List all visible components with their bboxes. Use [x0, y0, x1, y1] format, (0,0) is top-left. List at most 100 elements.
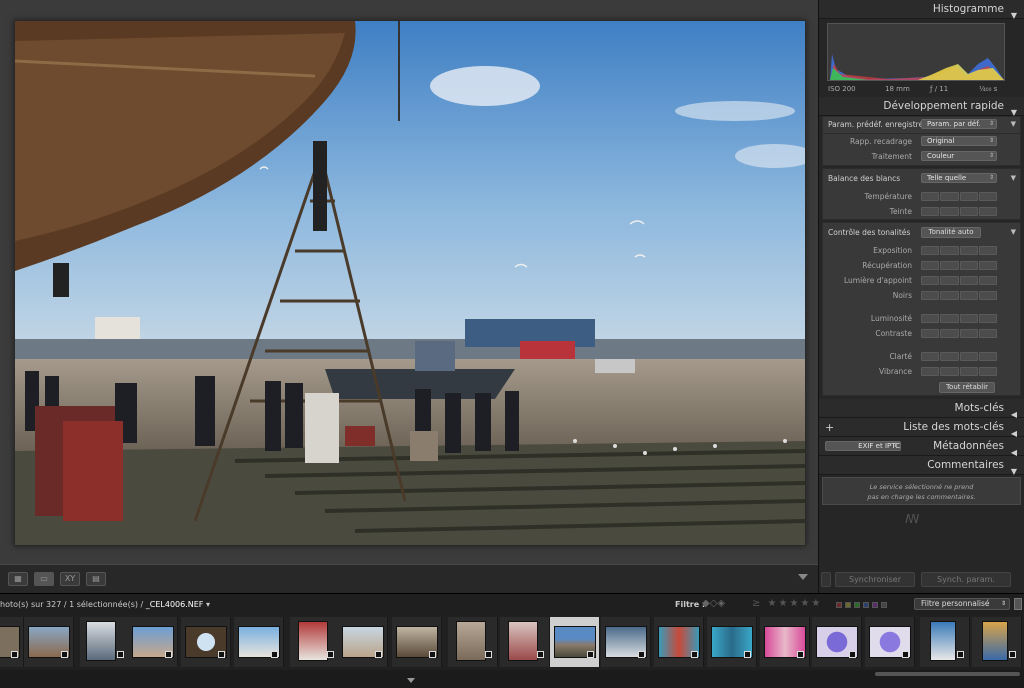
- filmstrip-thumbnail[interactable]: [128, 617, 178, 667]
- filter-lock-icon[interactable]: [1014, 598, 1022, 610]
- selected-filename[interactable]: _CEL4006.NEF: [146, 600, 204, 609]
- filmstrip: [0, 615, 1024, 670]
- sync-switch-icon[interactable]: [821, 572, 831, 587]
- treatment-label: Traitement: [871, 152, 912, 161]
- filmstrip-thumbnail[interactable]: [290, 617, 340, 667]
- keyword-list-title: Liste des mots-clés: [903, 421, 1004, 433]
- loupe-view-icon[interactable]: ▭: [34, 572, 54, 586]
- saved-preset-section: Param. prédéf. enregistré Param. par déf…: [822, 116, 1021, 134]
- filmstrip-thumbnail[interactable]: [760, 617, 810, 667]
- tint-steppers[interactable]: [921, 207, 997, 216]
- star-filter[interactable]: ≥ ★★★★★: [752, 598, 822, 609]
- clarity-steppers[interactable]: [921, 352, 997, 361]
- histogram-header[interactable]: Histogramme ▼: [819, 0, 1024, 20]
- fill-light-steppers[interactable]: [921, 276, 997, 285]
- quick-develop-title: Développement rapide: [883, 100, 1004, 112]
- section-triangle-icon[interactable]: ▼: [1011, 228, 1016, 236]
- vibrance-label: Vibrance: [879, 367, 912, 376]
- tone-control-section: Contrôle des tonalités Tonalité auto ▼ E…: [822, 222, 1021, 396]
- comments-title: Commentaires: [927, 459, 1004, 471]
- histogram-title: Histogramme: [932, 3, 1004, 15]
- panel-end-ornament-icon: ꟿ: [905, 512, 920, 526]
- metadata-preset-select[interactable]: EXIF et IPTC ⇕: [825, 441, 901, 451]
- keywords-header[interactable]: Mots-clés ◀: [819, 399, 1024, 419]
- brightness-label: Luminosité: [870, 314, 912, 323]
- filmstrip-thumbnail[interactable]: [707, 617, 757, 667]
- filmstrip-thumbnail[interactable]: [338, 617, 388, 667]
- toolbar-menu-chevron-icon[interactable]: [798, 574, 808, 580]
- main-photo[interactable]: [14, 20, 806, 546]
- temperature-steppers[interactable]: [921, 192, 997, 201]
- tint-label: Teinte: [889, 207, 912, 216]
- filmstrip-thumbnail[interactable]: [865, 617, 915, 667]
- grid-view-icon[interactable]: ▦: [8, 572, 28, 586]
- saved-preset-value: Param. par déf.: [927, 120, 981, 128]
- crop-treatment-section: Rapp. recadrage Original ⇕ Traitement Cou…: [822, 134, 1021, 166]
- filter-label: Filtre :: [675, 600, 706, 609]
- survey-view-icon[interactable]: ▤: [86, 572, 106, 586]
- filmstrip-scrollbar[interactable]: [875, 672, 1020, 676]
- filmstrip-thumbnail[interactable]: [812, 617, 862, 667]
- filmstrip-thumbnail-selected[interactable]: [550, 617, 600, 667]
- photo-count-info: hoto(s) sur 327 / 1 sélectionnée(s) / _C…: [0, 600, 210, 609]
- filmstrip-thumbnail[interactable]: [24, 617, 74, 667]
- temperature-label: Température: [864, 192, 912, 201]
- loupe-view: ▦ ▭ XY ▤: [0, 0, 818, 593]
- filmstrip-thumbnail[interactable]: [80, 617, 130, 667]
- exposure-steppers[interactable]: [921, 246, 997, 255]
- white-balance-select[interactable]: Telle quelle ⇕: [921, 173, 997, 183]
- exposure-label: Exposition: [873, 246, 912, 255]
- filmstrip-thumbnail[interactable]: [500, 617, 550, 667]
- collapse-triangle-icon[interactable]: ▼: [1011, 462, 1017, 481]
- right-panel: Histogramme ▼ ISO 200 18 mm ƒ / 11 ¹⁄₄₀₀…: [818, 0, 1024, 593]
- filmstrip-thumbnail[interactable]: [654, 617, 704, 667]
- comments-message-line-1: Le service sélectionné ne prend: [869, 483, 974, 491]
- section-triangle-icon[interactable]: ▼: [1011, 120, 1016, 128]
- recovery-steppers[interactable]: [921, 261, 997, 270]
- white-balance-label: Balance des blancs: [828, 174, 901, 183]
- filmstrip-thumbnail[interactable]: [601, 617, 651, 667]
- quick-develop-header[interactable]: Développement rapide ▼: [819, 97, 1024, 117]
- contrast-steppers[interactable]: [921, 329, 997, 338]
- color-label-filter[interactable]: [836, 602, 887, 608]
- view-toolbar: ▦ ▭ XY ▤: [0, 564, 818, 593]
- treatment-select[interactable]: Couleur ⇕: [921, 151, 997, 161]
- keyword-list-header[interactable]: + Liste des mots-clés ◀: [819, 418, 1024, 438]
- comments-message-line-2: pas en charge les commentaires.: [867, 493, 976, 501]
- filter-preset-select[interactable]: Filtre personnalisé ⇕: [914, 598, 1010, 610]
- crop-ratio-select[interactable]: Original ⇕: [921, 136, 997, 146]
- flag-filter-icon[interactable]: ◆◇◈: [702, 598, 725, 609]
- saved-preset-select[interactable]: Param. par déf. ⇕: [921, 119, 997, 129]
- comments-header[interactable]: Commentaires ▼: [819, 456, 1024, 476]
- metadata-title: Métadonnées: [933, 440, 1004, 452]
- filmstrip-thumbnail[interactable]: [181, 617, 231, 667]
- add-keyword-icon[interactable]: +: [825, 418, 834, 437]
- auto-tone-button[interactable]: Tonalité auto: [921, 227, 981, 238]
- crop-ratio-value: Original: [927, 137, 955, 145]
- metadata-header[interactable]: EXIF et IPTC ⇕ Métadonnées ◀: [819, 437, 1024, 457]
- filmstrip-thumbnail[interactable]: [448, 617, 498, 667]
- compare-view-icon[interactable]: XY: [60, 572, 80, 586]
- filmstrip-thumbnail[interactable]: [0, 617, 24, 667]
- photo-count-text: hoto(s) sur 327 / 1 sélectionnée(s) /: [0, 600, 146, 609]
- comments-message-box: Le service sélectionné ne prend pas en c…: [822, 477, 1021, 505]
- brightness-steppers[interactable]: [921, 314, 997, 323]
- vibrance-steppers[interactable]: [921, 367, 997, 376]
- keywords-title: Mots-clés: [954, 402, 1004, 414]
- sync-button[interactable]: Synchroniser: [835, 572, 915, 587]
- section-triangle-icon[interactable]: ▼: [1011, 174, 1016, 182]
- treatment-value: Couleur: [927, 152, 955, 160]
- saved-preset-label: Param. prédéf. enregistré: [828, 120, 924, 129]
- exif-iso: ISO 200: [828, 85, 856, 93]
- filmstrip-footer: [0, 670, 1024, 688]
- sync-settings-button[interactable]: Synch. param.: [921, 572, 1011, 587]
- filmstrip-thumbnail[interactable]: [392, 617, 442, 667]
- blacks-steppers[interactable]: [921, 291, 997, 300]
- filmstrip-toggle-chevron-icon[interactable]: [407, 678, 415, 683]
- exif-focal: 18 mm: [885, 85, 910, 93]
- filmstrip-thumbnail[interactable]: [234, 617, 284, 667]
- reset-all-button[interactable]: Tout rétablir: [939, 382, 995, 393]
- blacks-label: Noirs: [892, 291, 912, 300]
- filmstrip-thumbnail[interactable]: [972, 617, 1022, 667]
- filmstrip-thumbnail[interactable]: [920, 617, 970, 667]
